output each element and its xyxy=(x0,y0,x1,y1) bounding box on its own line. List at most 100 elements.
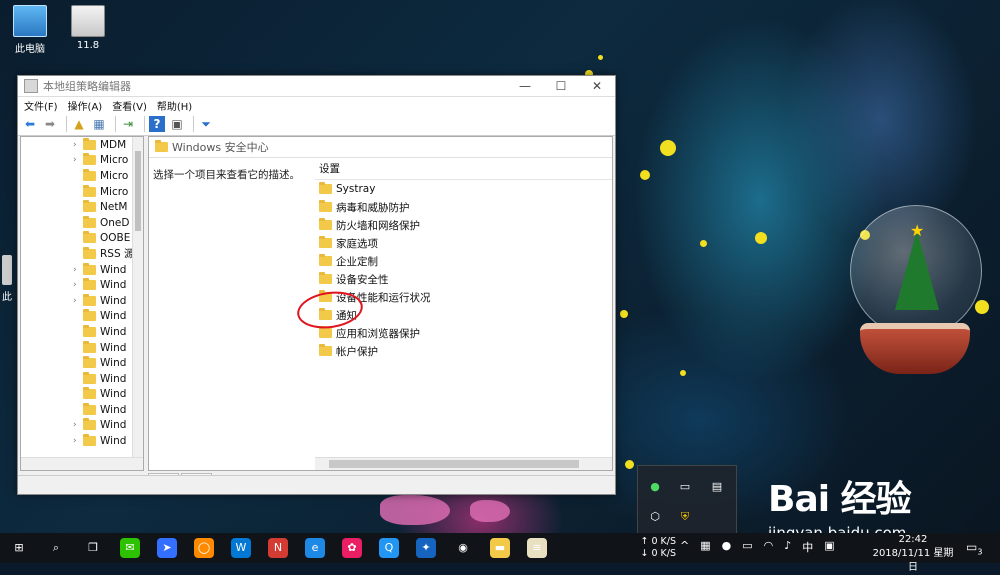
tree-item[interactable]: RSS 源 xyxy=(21,246,143,262)
taskbar-button[interactable]: e xyxy=(300,533,330,563)
wechat-tray-icon[interactable]: ● xyxy=(722,539,732,555)
taskbar-button[interactable]: W xyxy=(226,533,256,563)
back-icon[interactable]: ⬅ xyxy=(22,116,38,132)
paint-dot xyxy=(598,55,603,60)
up-folder-icon[interactable]: ▲ xyxy=(71,116,87,132)
user-icon[interactable]: ▣ xyxy=(824,539,834,555)
tree-item[interactable]: Wind xyxy=(21,402,143,418)
wechat-icon[interactable]: ● xyxy=(648,480,662,494)
tree-item[interactable]: › Wind xyxy=(21,262,143,278)
tree-item[interactable]: › Wind xyxy=(21,418,143,434)
net-up-speed: 0 K/S xyxy=(651,536,676,547)
title-bar[interactable]: 本地组策略编辑器 — ☐ ✕ xyxy=(18,76,615,97)
taskbar-button[interactable]: ◯ xyxy=(189,533,219,563)
volume-icon[interactable]: ♪ xyxy=(784,539,791,555)
taskbar-button[interactable]: ➤ xyxy=(152,533,182,563)
security-shield-icon[interactable]: ⛨ xyxy=(678,510,692,524)
chevron-up-icon[interactable]: ^ xyxy=(680,539,689,555)
paint-dot xyxy=(660,140,676,156)
tree-item[interactable]: NetM xyxy=(21,199,143,215)
settings-item[interactable]: 设备安全性 xyxy=(315,270,612,288)
minimize-button[interactable]: — xyxy=(507,76,543,96)
tree-item[interactable]: OOBE xyxy=(21,231,143,247)
maximize-button[interactable]: ☐ xyxy=(543,76,579,96)
taskbar-button[interactable]: ✦ xyxy=(411,533,441,563)
menu-file[interactable]: 文件(F) xyxy=(24,98,58,113)
settings-item[interactable]: 病毒和威胁防护 xyxy=(315,198,612,216)
expand-arrow-icon[interactable]: › xyxy=(73,436,83,446)
tree-item[interactable]: Wind xyxy=(21,340,143,356)
notification-center-button[interactable]: ▭3 xyxy=(966,540,984,556)
tree-item[interactable]: Wind xyxy=(21,355,143,371)
taskbar-button[interactable]: ✉ xyxy=(115,533,145,563)
snow-globe-widget[interactable]: ★ xyxy=(845,205,985,375)
taskbar-button[interactable]: Q xyxy=(374,533,404,563)
video-icon[interactable]: ▭ xyxy=(678,480,692,494)
ime-indicator[interactable]: 中 xyxy=(802,539,813,555)
expand-arrow-icon[interactable]: › xyxy=(73,265,83,275)
tree-item[interactable]: Wind xyxy=(21,387,143,403)
tree-item[interactable]: Micro xyxy=(21,184,143,200)
battery-icon[interactable]: ▭ xyxy=(742,539,752,555)
scroll-thumb[interactable] xyxy=(329,460,579,468)
shield-outline-icon[interactable]: ⬡ xyxy=(648,510,662,524)
clock[interactable]: 22:42 2018/11/11 星期日 xyxy=(868,533,958,575)
settings-item[interactable]: 应用和浏览器保护 xyxy=(315,324,612,342)
expand-arrow-icon[interactable]: › xyxy=(73,420,83,430)
taskbar-button[interactable]: ⊞ xyxy=(4,533,34,563)
navigation-tree: › MDM › Micro Micro Micro NetM OneD OOBE RSS 源 › Wi… xyxy=(20,136,144,471)
taskbar-button[interactable]: ✿ xyxy=(337,533,367,563)
taskbar-button[interactable]: ❐ xyxy=(78,533,108,563)
menu-help[interactable]: 帮助(H) xyxy=(157,98,192,113)
settings-horizontal-scrollbar[interactable] xyxy=(315,457,612,470)
expand-arrow-icon[interactable]: › xyxy=(73,296,83,306)
settings-item[interactable]: Systray xyxy=(315,180,612,198)
tree-item-label: Wind xyxy=(100,435,127,448)
monitor-icon[interactable]: ▤ xyxy=(710,480,724,494)
tree-item[interactable]: › Wind xyxy=(21,277,143,293)
tree-item[interactable]: › Micro xyxy=(21,153,143,169)
tree-vertical-scrollbar[interactable] xyxy=(132,137,143,470)
export-list-icon[interactable]: ⇥ xyxy=(120,116,136,132)
tree-item[interactable]: Wind xyxy=(21,324,143,340)
desktop-icon-this-pc[interactable]: 此电脑 xyxy=(2,5,58,55)
desktop-icon-partial[interactable]: 此 xyxy=(0,255,14,303)
wechat-icon: ✉ xyxy=(120,538,140,558)
filter-icon[interactable]: ⏷ xyxy=(198,116,214,132)
settings-column-header[interactable]: 设置 xyxy=(315,159,612,180)
scroll-thumb[interactable] xyxy=(135,151,141,231)
settings-item[interactable]: 防火墙和网络保护 xyxy=(315,216,612,234)
tree-item[interactable]: › MDM xyxy=(21,137,143,153)
help-icon[interactable]: ? xyxy=(149,116,165,132)
tree-item[interactable]: Wind xyxy=(21,371,143,387)
grid-icon[interactable]: ▦ xyxy=(700,539,710,555)
details-title: Windows 安全中心 xyxy=(172,141,269,154)
taskbar-button[interactable]: ≡ xyxy=(522,533,552,563)
settings-item[interactable]: 家庭选项 xyxy=(315,234,612,252)
expand-arrow-icon[interactable]: › xyxy=(73,155,83,165)
menu-action[interactable]: 操作(A) xyxy=(68,98,103,113)
settings-item[interactable]: 企业定制 xyxy=(315,252,612,270)
taskbar-button[interactable]: N xyxy=(263,533,293,563)
settings-item-label: 设备安全性 xyxy=(336,273,389,286)
expand-arrow-icon[interactable]: › xyxy=(73,280,83,290)
properties-icon[interactable]: ▣ xyxy=(169,116,185,132)
expand-arrow-icon[interactable]: › xyxy=(73,140,83,150)
tree-item[interactable]: Wind xyxy=(21,309,143,325)
wifi-icon[interactable]: ◠ xyxy=(764,539,774,555)
tree-item[interactable]: Micro xyxy=(21,168,143,184)
taskbar-button[interactable]: ◉ xyxy=(448,533,478,563)
forward-icon[interactable]: ➡ xyxy=(42,116,58,132)
show-hide-tree-icon[interactable]: ▦ xyxy=(91,116,107,132)
folder-icon xyxy=(83,293,96,306)
tree-horizontal-scrollbar[interactable] xyxy=(21,457,143,470)
desktop-icon-file[interactable]: 11.8 xyxy=(60,5,116,51)
tree-item[interactable]: OneD xyxy=(21,215,143,231)
menu-view[interactable]: 查看(V) xyxy=(112,98,147,113)
taskbar-button[interactable]: ⌕ xyxy=(41,533,71,563)
tree-item[interactable]: › Wind xyxy=(21,293,143,309)
tree-item[interactable]: › Wind xyxy=(21,433,143,449)
taskbar-button[interactable]: ▬ xyxy=(485,533,515,563)
settings-item[interactable]: 帐户保护 xyxy=(315,342,612,360)
close-button[interactable]: ✕ xyxy=(579,76,615,96)
